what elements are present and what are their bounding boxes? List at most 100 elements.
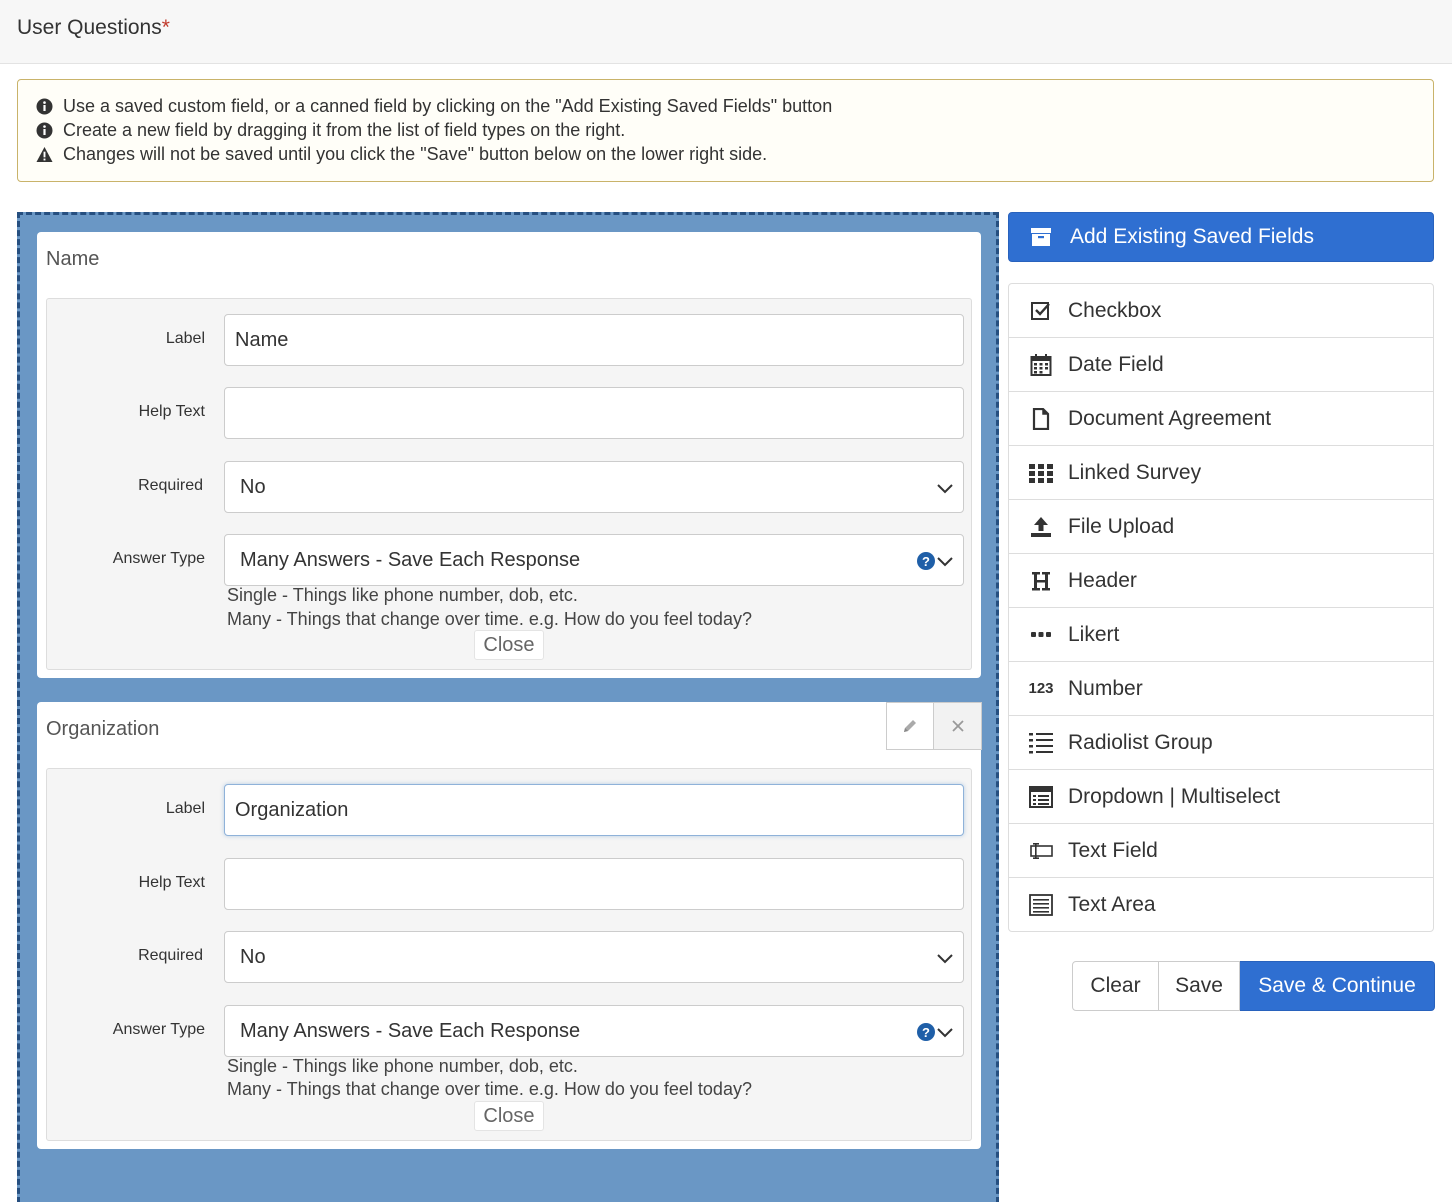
save-button[interactable]: Save <box>1159 961 1240 1011</box>
field-type-file-upload[interactable]: File Upload <box>1009 500 1433 554</box>
field-type-likert[interactable]: Likert <box>1009 608 1433 662</box>
field-type-number[interactable]: 123 Number <box>1009 662 1433 716</box>
required-select-value: No <box>240 945 266 968</box>
label-input[interactable]: Organization <box>224 784 964 836</box>
required-caption: Required <box>138 477 203 494</box>
hint-many: Many - Things that change over time. e.g… <box>227 1079 752 1099</box>
field-type-header[interactable]: Header <box>1009 554 1433 608</box>
help-text-input[interactable] <box>224 387 964 439</box>
field-type-label: Radiolist Group <box>1068 730 1213 754</box>
notice-line: Use a saved custom field, or a canned fi… <box>36 94 1415 118</box>
hint-single: Single - Things like phone number, dob, … <box>227 585 578 605</box>
field-type-text-field[interactable]: Text Field <box>1009 824 1433 878</box>
chevron-down-icon <box>937 954 953 964</box>
grid-icon <box>1028 461 1054 485</box>
remove-field-button[interactable] <box>934 702 982 750</box>
answer-type-select-value: Many Answers - Save Each Response <box>240 1019 581 1042</box>
hint-single: Single - Things like phone number, dob, … <box>227 1056 578 1076</box>
required-caption: Required <box>138 947 203 964</box>
field-type-label: Header <box>1068 568 1137 592</box>
field-type-label: Text Field <box>1068 838 1158 862</box>
page-header: User Questions* <box>0 0 1452 64</box>
answer-type-caption: Answer Type <box>112 1021 205 1038</box>
label-row: Label Name <box>47 314 973 366</box>
chevron-down-icon <box>937 557 953 567</box>
hint-many: Many - Things that change over time. e.g… <box>227 609 752 629</box>
close-icon <box>951 720 964 732</box>
field-type-date-field[interactable]: Date Field <box>1009 338 1433 392</box>
document-icon <box>1028 407 1054 431</box>
answer-type-select[interactable]: Many Answers - Save Each Response ? <box>224 534 964 586</box>
ellipsis-icon <box>1028 623 1054 647</box>
chevron-down-icon <box>937 1028 953 1038</box>
field-settings-panel: Label Name Help Text Required No Answer … <box>46 298 972 670</box>
notice-text: Use a saved custom field, or a canned fi… <box>63 95 833 116</box>
info-circle-icon <box>36 98 53 115</box>
pencil-icon <box>904 720 916 732</box>
required-select-value: No <box>240 475 266 498</box>
list-icon <box>1028 731 1054 755</box>
field-type-label: Document Agreement <box>1068 406 1272 430</box>
required-row: Required No <box>47 931 973 983</box>
field-type-list: Checkbox Date Field Document Agreement L… <box>1008 283 1434 932</box>
notice-text: Changes will not be saved until you clic… <box>63 143 768 164</box>
page-title: User Questions* <box>17 16 170 40</box>
field-settings-panel: Label Organization Help Text Required No… <box>46 768 972 1141</box>
add-existing-saved-fields-button[interactable]: Add Existing Saved Fields <box>1008 212 1434 262</box>
label-caption: Label <box>165 800 205 817</box>
field-type-linked-survey[interactable]: Linked Survey <box>1009 446 1433 500</box>
help-question-icon[interactable]: ? <box>917 552 935 570</box>
answer-type-row: Answer Type Many Answers - Save Each Res… <box>47 534 973 586</box>
answer-type-caption: Answer Type <box>112 550 205 567</box>
close-hint-button[interactable]: Close <box>474 1101 544 1131</box>
field-type-label: Linked Survey <box>1068 460 1202 484</box>
text-area-icon <box>1028 893 1054 917</box>
info-circle-icon <box>36 122 53 139</box>
warning-triangle-icon <box>36 146 53 163</box>
text-field-icon <box>1028 839 1054 863</box>
required-select[interactable]: No <box>224 931 964 983</box>
field-type-text-area[interactable]: Text Area <box>1009 878 1433 931</box>
required-row: Required No <box>47 461 973 513</box>
clear-button[interactable]: Clear <box>1072 961 1159 1011</box>
form-drop-zone[interactable]: Name Label Name Help Text Required No An… <box>17 212 999 1202</box>
chevron-down-icon <box>937 484 953 494</box>
edit-field-button[interactable] <box>886 702 934 750</box>
label-input[interactable]: Name <box>224 314 964 366</box>
field-type-dropdown-multiselect[interactable]: Dropdown | Multiselect <box>1009 770 1433 824</box>
checkbox-icon <box>1028 299 1054 323</box>
answer-type-select-value: Many Answers - Save Each Response <box>240 548 581 571</box>
calendar-icon <box>1028 353 1054 377</box>
help-text-caption: Help Text <box>138 874 205 891</box>
field-type-label: Likert <box>1068 622 1120 646</box>
help-text-caption: Help Text <box>138 403 205 420</box>
required-select[interactable]: No <box>224 461 964 513</box>
field-type-checkbox[interactable]: Checkbox <box>1009 284 1433 338</box>
label-caption: Label <box>165 330 205 347</box>
notice-text: Create a new field by dragging it from t… <box>63 119 626 140</box>
help-text-input[interactable] <box>224 858 964 910</box>
field-type-label: Date Field <box>1068 352 1164 376</box>
field-card-title: Organization <box>46 718 160 740</box>
field-type-label: Checkbox <box>1068 298 1162 322</box>
close-hint-button[interactable]: Close <box>474 630 544 660</box>
field-type-label: File Upload <box>1068 514 1175 538</box>
required-mark: * <box>161 16 170 39</box>
field-type-document-agreement[interactable]: Document Agreement <box>1009 392 1433 446</box>
field-card-title: Name <box>46 248 100 270</box>
answer-type-select[interactable]: Many Answers - Save Each Response ? <box>224 1005 964 1057</box>
save-and-continue-button[interactable]: Save & Continue <box>1240 961 1435 1011</box>
field-card-organization[interactable]: Organization Label Organization Help Tex… <box>37 702 982 1149</box>
form-actions: Clear Save Save & Continue <box>1072 961 1435 1011</box>
help-text-row: Help Text <box>47 858 973 910</box>
page-title-text: User Questions <box>17 16 162 39</box>
archive-icon <box>1031 228 1051 246</box>
dropdown-icon <box>1028 785 1054 809</box>
upload-icon <box>1028 515 1054 539</box>
add-existing-saved-fields-label: Add Existing Saved Fields <box>1070 225 1314 248</box>
help-text-row: Help Text <box>47 387 973 439</box>
field-card-name[interactable]: Name Label Name Help Text Required No An… <box>37 232 981 678</box>
field-type-radiolist-group[interactable]: Radiolist Group <box>1009 716 1433 770</box>
header-icon <box>1028 569 1054 593</box>
help-question-icon[interactable]: ? <box>917 1023 935 1041</box>
